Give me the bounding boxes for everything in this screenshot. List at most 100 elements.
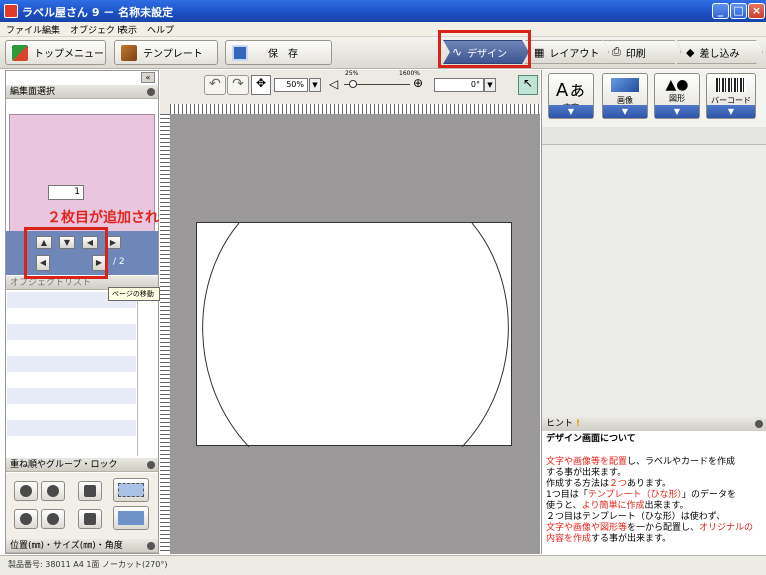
text-tool-button[interactable]: Aぁ 文字 ▼ [548,73,594,119]
send-back-button[interactable] [14,509,38,529]
hint-text-part: を一から配置し、 [627,523,700,533]
tooltip: ページの移動 [108,287,160,301]
shape-tool-button[interactable]: ▲● 図形 ▼ [654,73,700,119]
minimize-button[interactable]: _ [712,3,729,19]
text-icon: Aぁ [555,80,587,101]
send-backward-button[interactable] [41,509,65,529]
list-divider [137,292,138,456]
template-button[interactable]: テンプレート [114,40,218,65]
template-icon [121,44,137,61]
hint-highlight: より簡単に作成 [581,501,645,511]
minus-icon[interactable] [147,88,155,96]
hint-text-part: ２つ目はテンプレート（ひな形）は使わず、 [546,512,726,522]
hint-text-part: する事が出来ます。 [546,468,627,478]
save-label: 保 存 [268,49,298,60]
unlock-button[interactable] [78,509,102,529]
zoom-out-icon[interactable]: ◁ [329,77,338,91]
template-label: テンプレート [143,49,203,60]
save-icon [232,44,248,61]
zoom-dropdown[interactable]: ▼ [309,78,321,92]
ungroup-icon [118,511,144,525]
printer-icon: ⎙ [612,45,621,58]
redo-button[interactable]: ↷ [227,75,249,95]
property-header [542,127,766,145]
menu-object[interactable]: オブジェクト [70,23,124,36]
tab-layout[interactable]: ▦ レイアウト [525,40,609,64]
close-button[interactable]: × [748,3,765,19]
hint-line: する事が出来ます。 [546,468,762,479]
minus-icon[interactable] [755,420,763,428]
hint-line: 文字や画像や図形等を一から配置し、オリジナルの [546,523,762,534]
rotation-input[interactable]: 0° [434,78,484,92]
position-size-header: 位置(㎜)・サイズ(㎜)・角度 [6,539,158,553]
menu-bar: ファイル 編集 オブジェクト 表示 ヘルプ [0,22,766,37]
backward-icon [47,513,59,525]
hint-text-part: 1つ目は「 [546,490,588,500]
select-tool-button[interactable]: ↖ [518,75,538,95]
hint-highlight: 内容を作成 [546,534,592,544]
collapse-panel-button[interactable]: « [141,72,155,83]
barcode-icon [716,78,746,92]
main-toolbar: トップメニュー テンプレート 保 存 ∿ デザイン ▦ レイアウト ⎙ 印刷 ◆… [0,37,766,69]
page-number-input[interactable]: 1 [48,185,84,200]
send-back-icon [20,513,32,525]
bring-forward-button[interactable] [41,481,65,501]
menu-view[interactable]: 表示 [119,23,137,36]
hint-text: 文字や画像等を配置し、ラベルやカードを作成 する事が出来ます。 作成する方法は２つあ… [546,457,762,545]
save-button[interactable]: 保 存 [225,40,332,65]
undo-icon: ↶ [209,76,221,92]
maximize-button[interactable]: □ [730,3,747,19]
move-icon: ✥ [255,76,267,90]
property-area [542,145,766,417]
hint-text-part: 使うと、 [546,501,582,511]
hint-line: 1つ目は「テンプレート（ひな形）」のデータを [546,490,762,501]
menu-file[interactable]: ファイル [6,23,42,36]
zoom-slider-thumb[interactable] [349,80,357,88]
redo-icon: ↷ [232,76,244,92]
image-tool-dropdown[interactable]: ▼ [603,105,647,118]
text-tool-dropdown[interactable]: ▼ [549,105,593,118]
hint-line: 使うと、より簡単に作成出来ます。 [546,501,762,512]
hint-text-part: 出来ます。 [644,501,689,511]
hint-text-part: し、ラベルやカードを作成 [627,457,736,467]
tab-print[interactable]: ⎙ 印刷 [603,40,681,64]
tab-layout-label: レイアウト [549,48,600,60]
top-menu-button[interactable]: トップメニュー [5,40,106,65]
tab-print-label: 印刷 [625,48,646,60]
barcode-tool-button[interactable]: バーコード ▼ [706,73,756,119]
tab-merge[interactable]: ◆ 差し込み [677,40,763,64]
group-icon [118,483,144,497]
hint-text-part: する事が出来ます。 [591,534,672,544]
group-button[interactable] [113,478,149,502]
grid-icon: ▦ [534,45,545,59]
minus-icon[interactable] [147,461,155,469]
hint-heading: デザイン画面について [546,434,636,444]
cursor-icon: ↖ [522,76,534,90]
list-row [7,388,136,404]
label-canvas[interactable] [196,222,513,448]
image-icon [611,78,639,92]
image-tool-button[interactable]: 画像 ▼ [602,73,648,119]
order-group-title: 重ね順やグループ・ロック [10,460,118,470]
zoom-input[interactable]: 50% [274,78,308,92]
tab-merge-label: 差し込み [699,48,740,60]
ungroup-button[interactable] [113,506,149,530]
zoom-in-icon[interactable]: ⊕ [413,76,423,90]
undo-button[interactable]: ↶ [204,75,226,95]
rotation-dropdown[interactable]: ▼ [484,78,496,92]
fit-button[interactable]: ✥ [251,75,271,95]
menu-edit[interactable]: 編集 [42,23,60,36]
lock-button[interactable] [78,481,102,501]
cube-icon [12,44,28,61]
warning-icon: ! [575,419,580,429]
highlight-page-nav [24,227,108,279]
barcode-tool-dropdown[interactable]: ▼ [707,105,755,118]
menu-help[interactable]: ヘルプ [147,23,174,36]
order-group-header: 重ね順やグループ・ロック [6,458,158,472]
lock-icon [84,485,96,497]
label-shape[interactable] [197,222,513,448]
bring-front-button[interactable] [14,481,38,501]
status-bar: 製品番号: 38011 A4 1面 ノーカット(270°) [0,555,766,575]
shape-tool-dropdown[interactable]: ▼ [655,105,699,118]
plus-icon[interactable] [147,542,155,550]
